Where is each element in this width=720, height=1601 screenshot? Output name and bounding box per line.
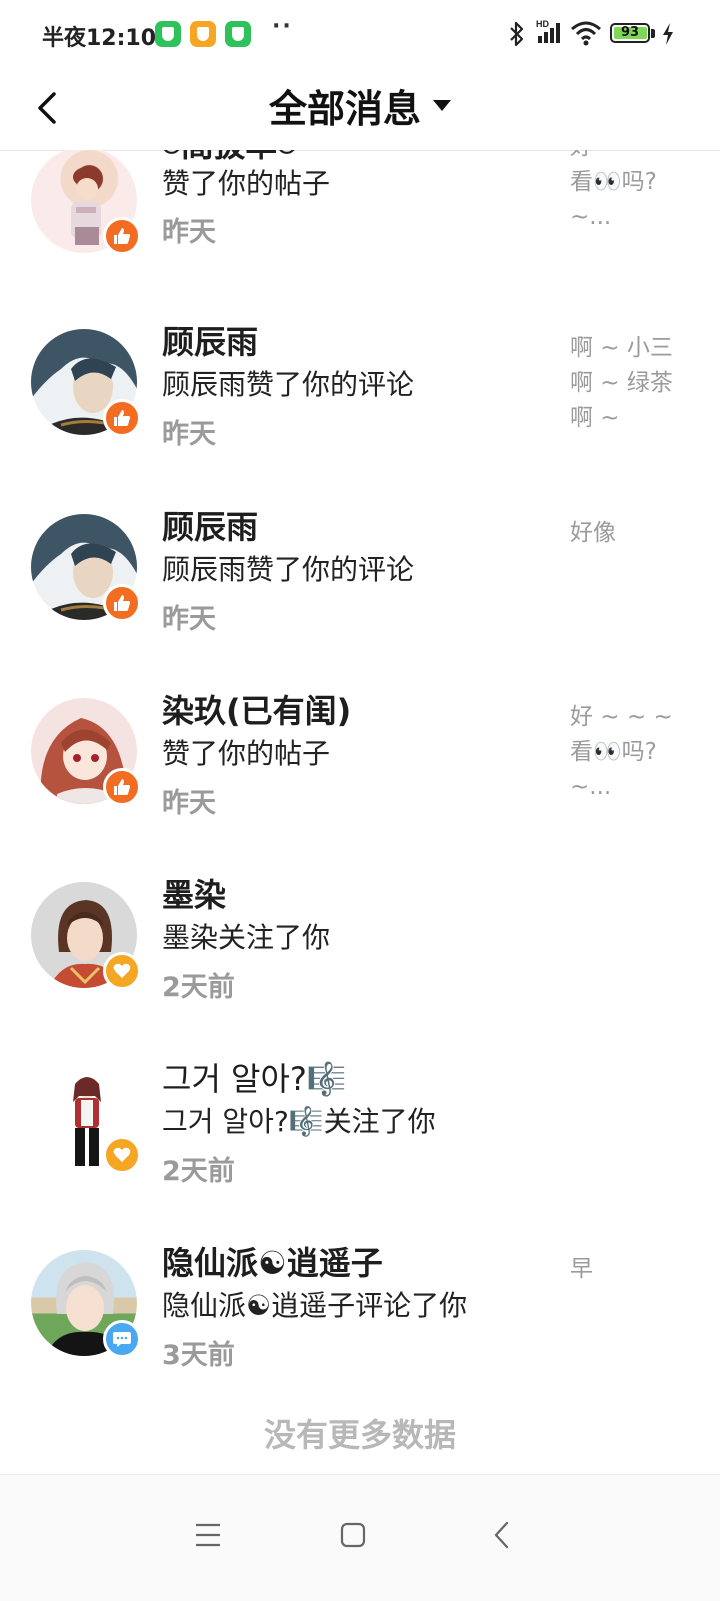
message-item[interactable]: 顾辰雨 顾辰雨赞了你的评论 昨天 啊 ~ 小三 啊 ~ 绿茶 啊 ~ [0,317,720,502]
wifi-icon [571,21,601,46]
message-time: 昨天 [162,788,216,819]
network-label: HD [536,19,549,29]
like-badge [103,768,141,806]
message-item[interactable]: ⍥間拔萃⍥ 赞了你的帖子 昨天 好 ~ ~ ~ 看👀吗? ~... [0,150,720,317]
message-filter-dropdown[interactable]: 全部消息 [0,78,720,133]
no-more-data-label: 没有更多数据 [263,1416,456,1454]
sender-name: 顾辰雨 [162,508,259,546]
message-item[interactable]: 顾辰雨 顾辰雨赞了你的评论 昨天 好像 [0,502,720,687]
back-arrow-icon [494,1521,509,1549]
shield-app-icon [155,21,181,47]
shield-app-icon-2 [225,21,251,47]
message-preview: 啊 ~ 小三 啊 ~ 绿茶 啊 ~ [570,335,673,431]
sender-name: 顾辰雨 [162,323,259,361]
system-nav-bar [0,1474,720,1601]
page-title: 全部消息 [268,87,421,131]
follow-badge [103,952,141,990]
message-action: 顾辰雨赞了你的评论 [162,553,415,586]
like-badge [103,217,141,255]
thumbs-up-icon [114,410,131,426]
message-item[interactable]: 隐仙派☯逍遥子 隐仙派☯逍遥子评论了你 3天前 早 [0,1238,720,1423]
battery-cap [651,29,655,38]
thumbs-up-icon [114,595,131,611]
more-notifications-icon: ·· [272,14,293,39]
menu-icon [196,1523,220,1547]
heart-icon [113,963,131,978]
message-preview: 好 ~ ~ ~ 看👀吗? ~... [570,150,673,230]
message-time: 2天前 [162,972,235,1003]
message-preview: 好 ~ ~ ~ 看👀吗? ~... [570,704,673,800]
thumbs-up-icon [114,779,131,795]
sender-name: 墨染 [162,876,227,914]
battery-level: 93 [620,25,640,40]
message-item[interactable]: 墨染 墨染关注了你 2天前 [0,870,720,1055]
home-square-icon [340,1522,366,1548]
signal-icon: HD [536,19,560,43]
like-badge [103,399,141,437]
chat-bubble-icon [113,1332,131,1347]
message-action: 顾辰雨赞了你的评论 [162,368,415,401]
header: 全部消息 [0,70,720,151]
heart-icon [113,1147,131,1162]
charging-icon [663,23,673,45]
sender-name: 隐仙派☯逍遥子 [162,1244,383,1282]
message-action: 그거 알아?🎼关注了你 [162,1105,436,1138]
like-badge [103,584,141,622]
battery-indicator: 93 [610,23,650,43]
status-bar: 半夜12:10 ·· HD 93 [0,0,720,70]
message-time: 昨天 [162,604,216,635]
status-time: 半夜12:10 [42,26,157,51]
message-time: 昨天 [162,419,216,450]
message-time: 2天前 [162,1156,235,1187]
message-item[interactable]: 染玖(已有闺) 赞了你的帖子 昨天 好 ~ ~ ~ 看👀吗? ~... [0,686,720,871]
message-action: 赞了你的帖子 [162,737,331,770]
system-back-button[interactable] [472,1505,532,1565]
thumbs-up-icon [114,228,131,244]
message-item[interactable]: 그거 알아?🎼 그거 알아?🎼关注了你 2天前 [0,1054,720,1239]
message-preview: 早 [570,1256,593,1282]
message-action: 墨染关注了你 [162,921,331,954]
follow-badge [103,1136,141,1174]
message-action: 赞了你的帖子 [162,167,331,200]
sender-name: 染玖(已有闺) [162,692,352,730]
message-action: 隐仙派☯逍遥子评论了你 [162,1289,468,1322]
message-time: 昨天 [162,217,216,248]
caret-down-icon [433,100,451,111]
message-time: 3天前 [162,1340,235,1371]
message-list[interactable]: ⍥間拔萃⍥ 赞了你的帖子 昨天 好 ~ ~ ~ 看👀吗? ~... 顾辰雨 顾辰… [0,150,720,1470]
folder-app-icon [190,21,216,47]
menu-button[interactable] [178,1505,238,1565]
home-button[interactable] [323,1505,383,1565]
sender-name: 그거 알아?🎼 [162,1060,347,1098]
message-preview: 好像 [570,520,616,546]
comment-badge [103,1320,141,1358]
bluetooth-icon [510,21,524,47]
